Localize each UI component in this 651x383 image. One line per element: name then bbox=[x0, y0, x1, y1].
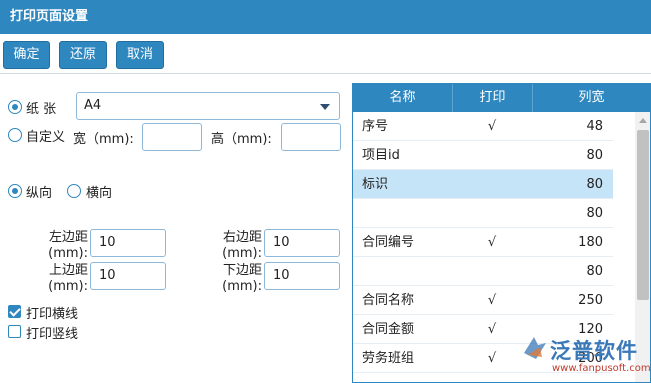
bottom-margin-label: 下边距 (mm): bbox=[222, 263, 262, 294]
watermark: 泛普软件 www.fanpusoft.com bbox=[520, 333, 651, 383]
chevron-down-icon bbox=[320, 104, 330, 110]
paper-size-radio[interactable] bbox=[8, 100, 22, 114]
cell-width[interactable]: 80 bbox=[586, 141, 603, 170]
restore-button[interactable]: 还原 bbox=[59, 41, 107, 69]
cell-print[interactable]: √ bbox=[483, 286, 501, 315]
table-row[interactable]: 序号 √ 48 bbox=[353, 112, 613, 141]
scroll-up-icon[interactable] bbox=[639, 118, 647, 123]
cell-print[interactable]: √ bbox=[483, 112, 501, 141]
cell-width[interactable]: 80 bbox=[586, 170, 603, 199]
cell-name: 合同金额 bbox=[362, 322, 415, 337]
window-title: 打印页面设置 bbox=[0, 0, 651, 34]
cell-print[interactable] bbox=[483, 199, 501, 228]
brand-logo-icon bbox=[524, 337, 546, 359]
landscape-radio[interactable] bbox=[67, 184, 81, 198]
header-name[interactable]: 名称 bbox=[353, 84, 453, 112]
table-row[interactable]: 合同名称 √ 250 bbox=[353, 286, 613, 315]
table-row[interactable]: 合同编号 √ 180 bbox=[353, 228, 613, 257]
cell-print[interactable]: √ bbox=[483, 344, 501, 373]
bottom-margin-input[interactable]: 10 bbox=[264, 262, 340, 290]
custom-size-label: 自定义 bbox=[26, 130, 66, 145]
cell-print[interactable] bbox=[483, 257, 501, 286]
cell-name: 劳务班组 bbox=[362, 351, 415, 366]
right-margin-label: 右边距 (mm): bbox=[222, 230, 262, 261]
landscape-label: 横向 bbox=[86, 186, 113, 201]
table-row[interactable]: 80 bbox=[353, 199, 613, 228]
scrollbar-thumb[interactable] bbox=[637, 130, 649, 300]
cell-name: 合同编号 bbox=[362, 235, 415, 250]
print-hlines-checkbox[interactable] bbox=[8, 305, 21, 318]
header-width[interactable]: 列宽 bbox=[533, 84, 650, 112]
cell-print[interactable] bbox=[483, 170, 501, 199]
cell-name: 标识 bbox=[362, 177, 389, 192]
print-vlines-checkbox[interactable] bbox=[8, 325, 21, 338]
header-print[interactable]: 打印 bbox=[453, 84, 533, 112]
cell-width[interactable]: 250 bbox=[578, 286, 603, 315]
print-hlines-label: 打印横线 bbox=[26, 307, 79, 322]
paper-size-value: A4 bbox=[84, 98, 102, 113]
grid-header: 名称 打印 列宽 bbox=[353, 84, 650, 112]
cell-name: 合同名称 bbox=[362, 293, 415, 308]
paper-size-label: 纸 张 bbox=[26, 102, 57, 117]
paper-size-select[interactable]: A4 bbox=[76, 92, 340, 120]
table-row-selected[interactable]: 标识 80 bbox=[353, 170, 613, 199]
cell-width[interactable]: 48 bbox=[586, 112, 603, 141]
cell-width[interactable]: 80 bbox=[586, 199, 603, 228]
brand-url: www.fanpusoft.com bbox=[552, 363, 651, 374]
left-margin-input[interactable]: 10 bbox=[90, 229, 166, 257]
cell-print[interactable]: √ bbox=[483, 315, 501, 344]
toolbar: 确定 还原 取消 bbox=[0, 34, 651, 74]
top-margin-input[interactable]: 10 bbox=[90, 262, 166, 290]
cell-width[interactable]: 80 bbox=[586, 257, 603, 286]
table-row[interactable]: 80 bbox=[353, 257, 613, 286]
height-input[interactable] bbox=[281, 123, 341, 151]
width-label: 宽（mm): bbox=[73, 132, 134, 147]
portrait-radio[interactable] bbox=[8, 184, 22, 198]
left-margin-label: 左边距 (mm): bbox=[48, 230, 88, 261]
cancel-button[interactable]: 取消 bbox=[116, 41, 164, 69]
ok-button[interactable]: 确定 bbox=[3, 41, 50, 69]
portrait-label: 纵向 bbox=[26, 186, 53, 201]
cell-name: 序号 bbox=[362, 119, 389, 134]
top-margin-label: 上边距 (mm): bbox=[48, 263, 88, 294]
height-label: 高（mm): bbox=[211, 132, 272, 147]
cell-width[interactable]: 180 bbox=[578, 228, 603, 257]
print-vlines-label: 打印竖线 bbox=[26, 327, 79, 342]
cell-print[interactable]: √ bbox=[483, 228, 501, 257]
cell-print[interactable] bbox=[483, 141, 501, 170]
cell-name: 项目id bbox=[362, 148, 400, 163]
table-row[interactable]: 项目id 80 bbox=[353, 141, 613, 170]
right-margin-input[interactable]: 10 bbox=[264, 229, 340, 257]
custom-size-radio[interactable] bbox=[8, 128, 22, 142]
width-input[interactable] bbox=[142, 123, 202, 151]
brand-name: 泛普软件 bbox=[550, 339, 638, 363]
